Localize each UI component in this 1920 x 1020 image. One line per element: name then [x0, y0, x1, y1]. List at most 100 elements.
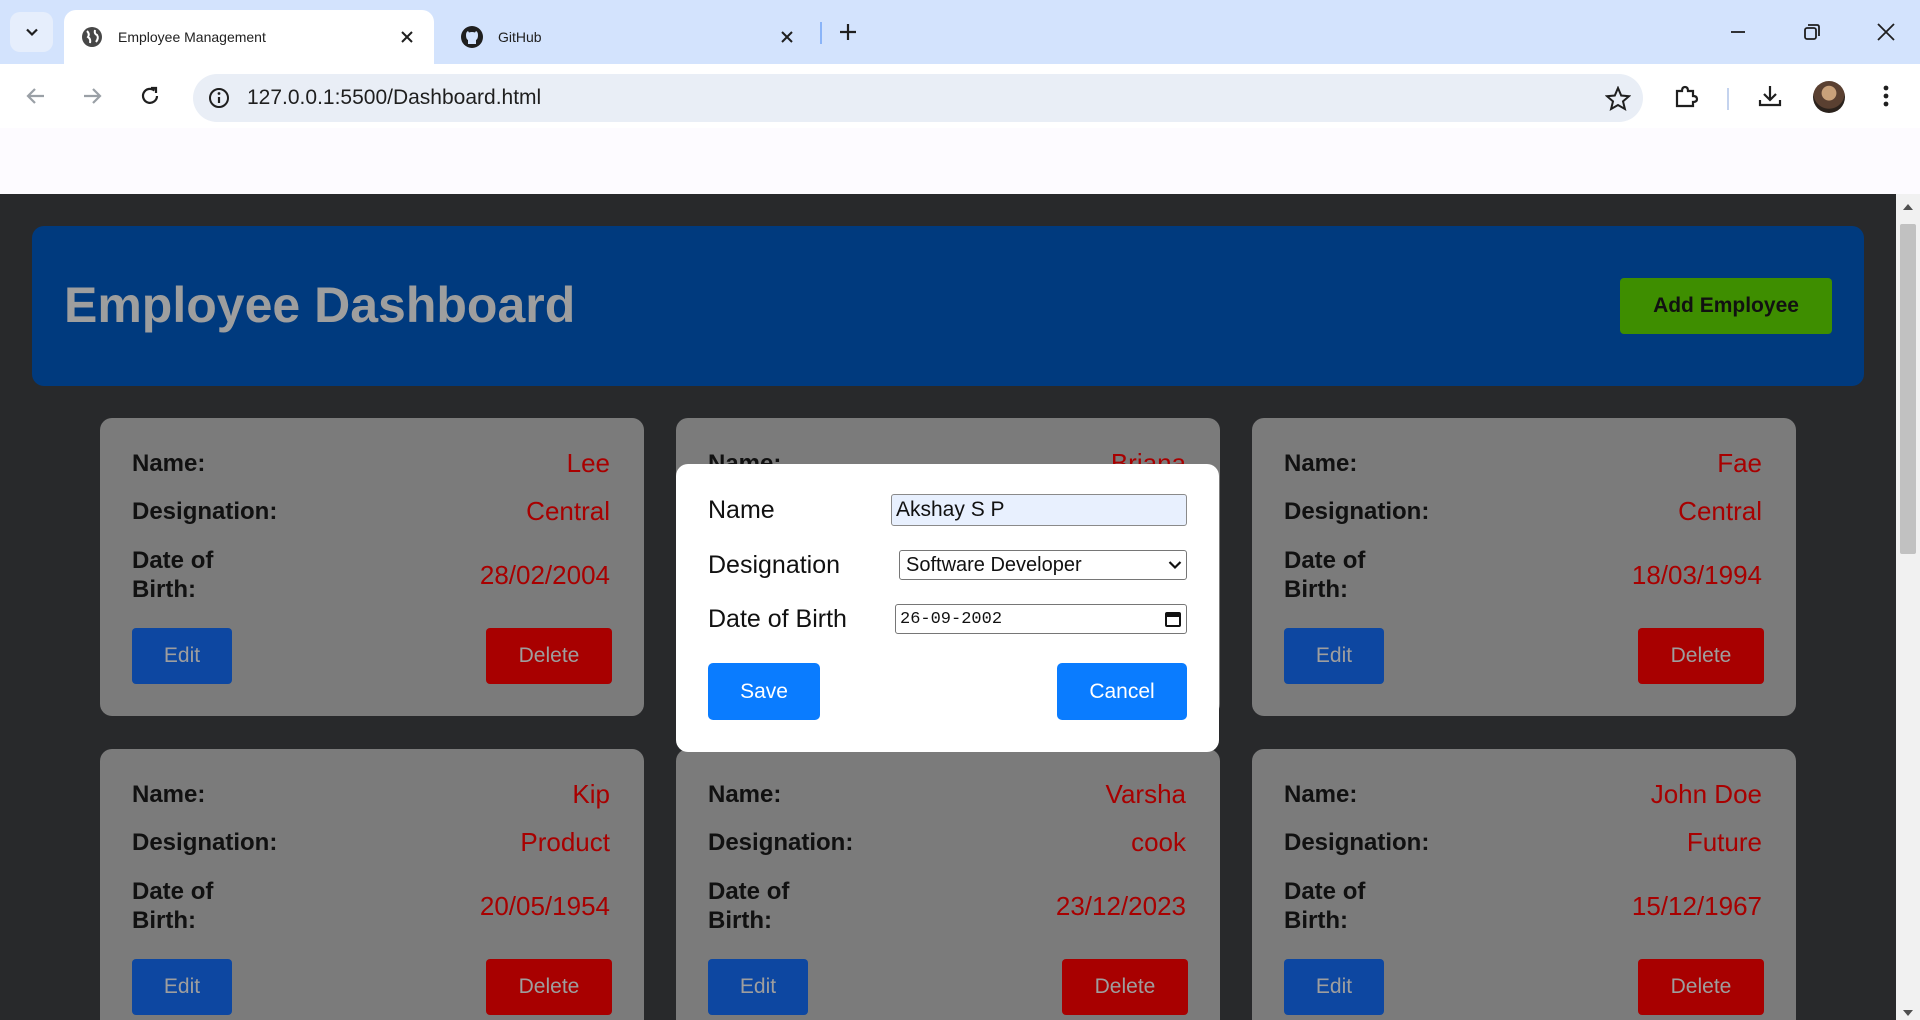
edit-button[interactable]: Edit [132, 628, 232, 684]
restore-button[interactable] [1792, 12, 1832, 52]
address-bar[interactable]: 127.0.0.1:5500/Dashboard.html [193, 74, 1643, 122]
employee-name: Kip [572, 779, 610, 809]
delete-button[interactable]: Delete [486, 628, 612, 684]
extensions-button[interactable] [1668, 78, 1704, 114]
arrow-left-icon [26, 88, 44, 104]
reload-icon [141, 86, 159, 104]
chevron-down-icon [25, 28, 38, 37]
tab-title: Employee Management [118, 29, 266, 45]
name-label: Name: [1284, 450, 1358, 477]
employee-designation: Product [520, 827, 610, 857]
employee-name: Varsha [1105, 779, 1186, 809]
more-vert-icon [1883, 85, 1889, 107]
site-info-icon[interactable] [207, 86, 231, 110]
page-title: Employee Dashboard [64, 277, 576, 333]
employee-card: Name: Varsha Designation: cook Date of Bir… [676, 749, 1220, 1020]
dob-label: Date of Birth: [1284, 878, 1366, 934]
back-button[interactable] [16, 76, 56, 116]
tab-strip: Employee Management GitHub [0, 0, 1920, 64]
download-icon [1758, 86, 1782, 107]
tab-github[interactable]: GitHub [444, 10, 814, 64]
close-tab-icon[interactable] [396, 26, 418, 48]
scroll-down-arrow-icon[interactable] [1903, 1010, 1913, 1016]
new-tab-button[interactable] [832, 16, 864, 48]
puzzle-icon [1675, 85, 1699, 108]
delete-button[interactable]: Delete [1062, 959, 1188, 1015]
edit-button[interactable]: Edit [1284, 628, 1384, 684]
name-field[interactable]: Akshay S P [891, 494, 1187, 526]
browser-menu-button[interactable] [1868, 78, 1904, 114]
dob-label: Date of Birth: [708, 878, 790, 934]
dob-label: Date of Birth: [132, 878, 214, 934]
page-viewport: Employee Dashboard Add Employee Name: Lee… [0, 194, 1896, 1020]
save-button[interactable]: Save [708, 663, 820, 720]
employee-dob: 28/02/2004 [479, 559, 610, 590]
employee-designation: Central [526, 496, 610, 526]
employee-dob: 15/12/1967 [1631, 890, 1762, 921]
plus-icon [840, 24, 856, 40]
name-label: Name: [708, 781, 782, 808]
delete-button[interactable]: Delete [1638, 959, 1764, 1015]
tab-separator [820, 22, 822, 44]
edit-button[interactable]: Edit [1284, 959, 1384, 1015]
name-label: Name: [1284, 781, 1358, 808]
designation-label: Designation: [132, 498, 278, 525]
chevron-down-icon [1164, 560, 1186, 570]
dob-field[interactable]: 26-09-2002 [895, 604, 1187, 634]
vertical-scrollbar[interactable] [1896, 194, 1920, 1020]
forward-button[interactable] [72, 76, 112, 116]
dob-value: 26-09-2002 [900, 609, 1003, 629]
employee-name: Lee [566, 448, 610, 478]
scroll-up-arrow-icon[interactable] [1903, 204, 1913, 210]
arrow-right-icon [84, 88, 102, 104]
tab-title: GitHub [498, 29, 542, 45]
dob-label: Date of Birth: [1284, 547, 1366, 603]
modal-name-label: Name [708, 495, 775, 524]
edit-button[interactable]: Edit [708, 959, 808, 1015]
employee-dob: 18/03/1994 [1631, 559, 1762, 590]
employee-card: Name: John Doe Designation: Future Date of… [1252, 749, 1796, 1020]
delete-button[interactable]: Delete [486, 959, 612, 1015]
tab-search-button[interactable] [10, 12, 53, 52]
employee-card: Name: Lee Designation: Central Date of Bir… [100, 418, 644, 716]
employee-name: Fae [1717, 448, 1762, 478]
url-text: 127.0.0.1:5500/Dashboard.html [247, 86, 542, 109]
edit-button[interactable]: Edit [132, 959, 232, 1015]
close-window-button[interactable] [1866, 12, 1906, 52]
dashboard-header: Employee Dashboard Add Employee [32, 226, 1864, 386]
tab-employee-management[interactable]: Employee Management [64, 10, 434, 64]
employee-card: Name: Fae Designation: Central Date of Bir… [1252, 418, 1796, 716]
downloads-button[interactable] [1752, 78, 1788, 114]
scrollbar-thumb[interactable] [1900, 224, 1916, 554]
employee-card: Name: Kip Designation: Product Date of Bir… [100, 749, 644, 1020]
cancel-button[interactable]: Cancel [1057, 663, 1187, 720]
blank-info-bar [0, 128, 1920, 194]
edit-employee-modal: Name Akshay S P Designation Software Dev… [676, 464, 1219, 752]
designation-selected-value: Software Developer [906, 553, 1082, 576]
dob-label: Date of Birth: [132, 547, 214, 603]
bookmark-star-icon[interactable] [1604, 85, 1632, 112]
minimize-button[interactable] [1718, 12, 1758, 52]
reload-button[interactable] [130, 76, 170, 116]
globe-icon [80, 25, 104, 49]
profile-avatar[interactable] [1813, 81, 1845, 113]
calendar-icon[interactable] [1160, 610, 1186, 628]
toolbar-divider [1727, 88, 1729, 110]
employee-name: John Doe [1650, 779, 1762, 809]
close-tab-icon[interactable] [776, 26, 798, 48]
designation-label: Designation: [132, 829, 278, 856]
designation-label: Designation: [1284, 498, 1430, 525]
designation-select[interactable]: Software Developer [899, 550, 1187, 580]
employee-dob: 20/05/1954 [479, 890, 610, 921]
designation-label: Designation: [1284, 829, 1430, 856]
employee-designation: Future [1686, 827, 1762, 857]
designation-label: Designation: [708, 829, 854, 856]
employee-designation: cook [1131, 827, 1186, 857]
minimize-icon [1731, 31, 1745, 33]
name-label: Name: [132, 781, 206, 808]
add-employee-button[interactable]: Add Employee [1620, 278, 1832, 334]
name-label: Name: [132, 450, 206, 477]
employee-designation: Central [1678, 496, 1762, 526]
github-icon [460, 25, 484, 49]
delete-button[interactable]: Delete [1638, 628, 1764, 684]
